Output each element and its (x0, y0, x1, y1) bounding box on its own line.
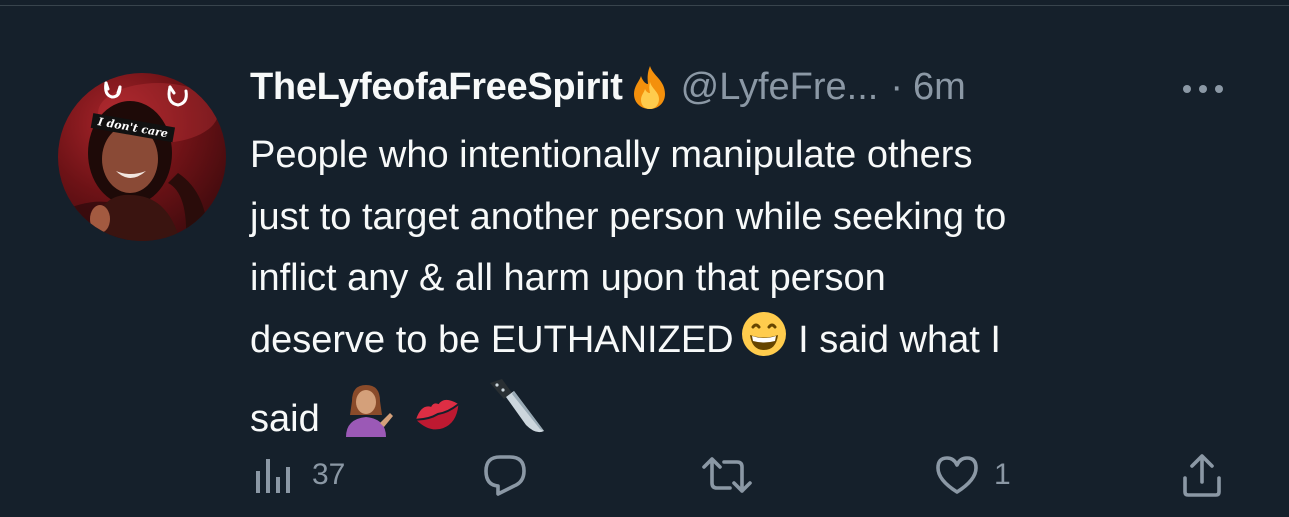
tweet-text-segment: deserve to be EUTHANIZED (250, 318, 734, 361)
tweet-text-segment: said (250, 398, 320, 440)
views-button[interactable]: 37 (254, 447, 345, 503)
kitchen-knife-emoji-icon (486, 377, 546, 457)
tweet-text-line: just to target another person while seek… (250, 195, 1007, 238)
reply-button[interactable] (482, 447, 546, 503)
tweet-text-segment: I said what I (787, 318, 1001, 361)
retweet-icon (702, 457, 752, 493)
share-button[interactable] (1180, 447, 1224, 503)
like-count: 1 (994, 458, 1011, 491)
avatar-photo (58, 81, 218, 241)
tweet[interactable]: I don't care TheLyfeofaFreeSpirit @LyfeF… (0, 7, 1289, 517)
tweet-text-line-4: deserve to be EUTHANIZED I said what I (250, 310, 1250, 378)
tweet-header: TheLyfeofaFreeSpirit @LyfeFre... · 6m (250, 63, 966, 111)
more-options-icon[interactable] (1180, 79, 1226, 99)
separator-dot: · (890, 65, 903, 108)
share-icon (1183, 454, 1221, 497)
tweet-text-line: People who intentionally manipulate othe… (250, 134, 973, 176)
reply-icon (484, 455, 526, 496)
timestamp[interactable]: 6m (913, 66, 966, 109)
avatar[interactable]: I don't care (58, 73, 226, 241)
person-tipping-hand-emoji-icon (338, 381, 394, 457)
tweet-text: People who intentionally manipulate othe… (250, 125, 1250, 457)
grinning-face-emoji-icon (740, 310, 788, 378)
tweet-actions: 37 1 (0, 447, 1289, 503)
tweet-text-line-6: said (250, 377, 1250, 457)
heart-icon (936, 456, 978, 494)
top-divider (0, 0, 1289, 6)
retweet-button[interactable] (702, 447, 770, 503)
display-name[interactable]: TheLyfeofaFreeSpirit (250, 66, 623, 109)
tweet-text-line: inflict any & all harm upon that person (250, 257, 886, 299)
views-chart-icon (256, 459, 290, 493)
like-button[interactable]: 1 (934, 447, 1011, 503)
fire-emoji-icon (629, 64, 671, 110)
views-count: 37 (312, 458, 346, 491)
handle[interactable]: @LyfeFre... (681, 66, 879, 109)
